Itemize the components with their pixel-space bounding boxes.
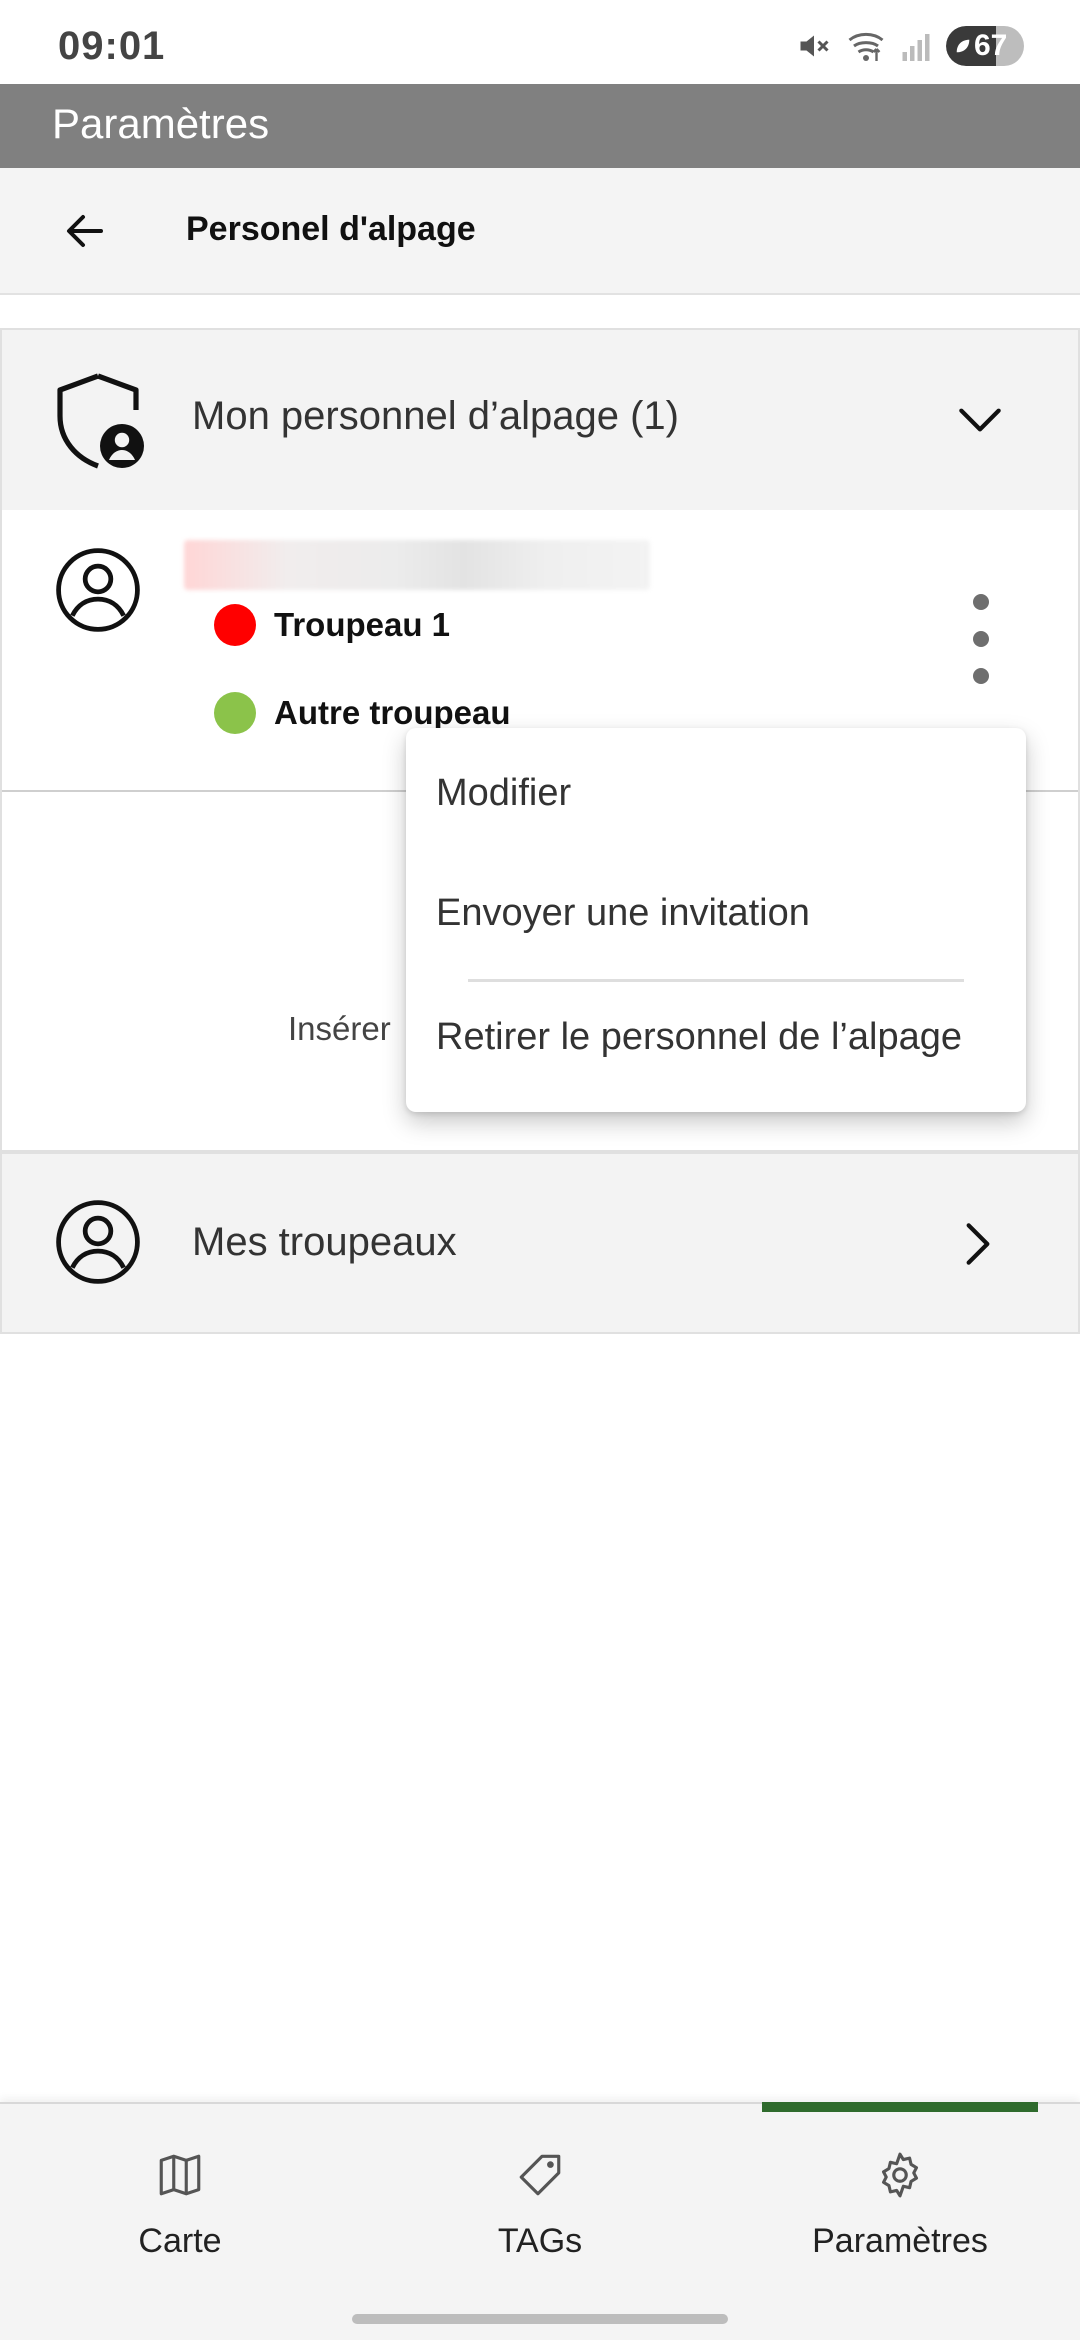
nav-item-tags[interactable]: TAGs (410, 2150, 670, 2261)
back-button[interactable] (52, 198, 118, 264)
menu-divider (468, 979, 964, 982)
more-options-icon[interactable] (968, 594, 994, 684)
wifi-icon (848, 32, 884, 61)
chevron-right-icon[interactable] (950, 1216, 1006, 1272)
gear-icon (881, 2152, 919, 2198)
mute-icon (800, 35, 829, 57)
member-name-redacted (184, 540, 650, 590)
leaf-icon (956, 39, 970, 53)
nav-item-parametres[interactable]: Paramètres (770, 2150, 1030, 2261)
menu-item-send-invitation[interactable]: Envoyer une invitation (436, 892, 810, 935)
signal-icon (902, 34, 930, 61)
bottom-nav: Carte TAGs Paramètres (0, 2102, 1080, 2340)
arrow-left-icon (67, 215, 103, 247)
status-icons: 67 (796, 22, 1024, 70)
herd-name: Autre troupeau (274, 694, 511, 731)
status-time: 09:01 (58, 24, 166, 68)
status-bar: 09:01 67 (0, 0, 1080, 84)
herds-section[interactable]: Mes troupeaux (0, 1152, 1080, 1334)
staff-section-label: Mon personnel d’alpage (1) (192, 394, 679, 438)
tag-icon (519, 2154, 561, 2196)
nav-label: Paramètres (812, 2222, 988, 2260)
menu-item-remove-staff[interactable]: Retirer le personnel de l’alpage (436, 1016, 962, 1059)
herd-name: Troupeau 1 (274, 606, 451, 643)
herds-section-label: Mes troupeaux (192, 1220, 457, 1264)
nav-label: Carte (138, 2222, 222, 2260)
staff-section-header[interactable]: Mon personnel d’alpage (1) (2, 330, 1078, 510)
nav-item-carte[interactable]: Carte (50, 2150, 310, 2261)
app-title: Paramètres (52, 100, 270, 147)
sub-header: Personel d'alpage (0, 168, 1080, 295)
context-menu: Modifier Envoyer une invitation Retirer … (406, 728, 1026, 1112)
map-icon (159, 2154, 201, 2196)
page-title: Personel d'alpage (186, 210, 476, 248)
app-header: Paramètres (0, 84, 1080, 168)
insert-staff-text[interactable]: Insérer (288, 1010, 391, 1048)
herd-color-dot (214, 604, 256, 646)
chevron-down-icon[interactable] (952, 392, 1008, 448)
nav-label: TAGs (497, 2222, 583, 2260)
active-tab-indicator (762, 2102, 1038, 2112)
user-avatar-icon (56, 548, 140, 632)
menu-item-modifier[interactable]: Modifier (436, 772, 571, 815)
battery-level: 67 (974, 29, 1008, 62)
herd-item: Troupeau 1 (214, 604, 450, 646)
shield-user-icon (57, 373, 144, 469)
battery-indicator: 67 (946, 26, 1024, 66)
user-avatar-icon (56, 1200, 140, 1284)
home-indicator[interactable] (352, 2314, 728, 2324)
herd-color-dot (214, 692, 256, 734)
